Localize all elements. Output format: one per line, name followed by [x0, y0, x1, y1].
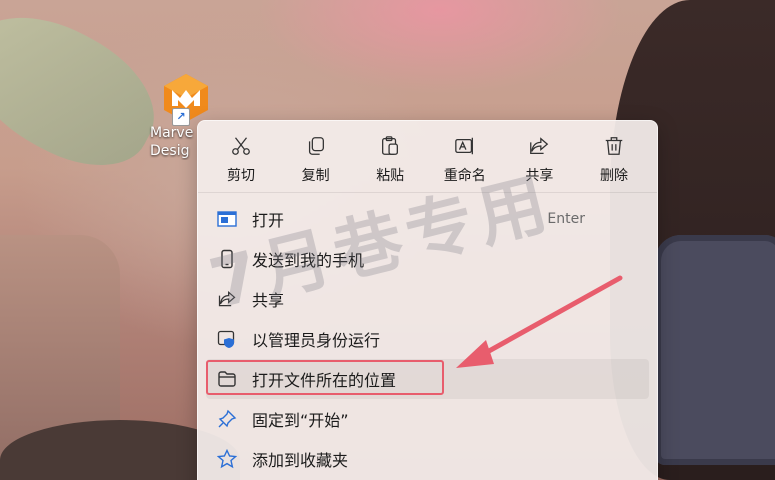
annotation-highlight-box [206, 360, 444, 395]
share-icon [530, 137, 549, 154]
menu-item-share-label: 共享 [252, 291, 285, 310]
menu-item-run-as-admin-label: 以管理员身份运行 [252, 331, 381, 350]
rename-button[interactable]: 重命名 [428, 121, 502, 192]
pin-icon [216, 408, 238, 430]
menu-item-add-to-favorites-label: 添加到收藏夹 [252, 451, 349, 470]
desktop: ↗ Marve Desig 剪切 复制 粘贴 重命名 共享 删除 打开 Ente… [0, 0, 775, 480]
delete-label: 删除 [599, 168, 628, 184]
context-menu-toolbar: 剪切 复制 粘贴 重命名 共享 删除 [198, 121, 657, 193]
delete-icon [605, 137, 623, 155]
cut-label: 剪切 [227, 168, 255, 184]
cut-button[interactable]: 剪切 [204, 121, 278, 192]
copy-label: 复制 [301, 168, 330, 184]
menu-item-open[interactable]: 打开 Enter [206, 199, 649, 239]
share-label: 共享 [525, 168, 554, 184]
paste-button[interactable]: 粘贴 [353, 121, 427, 192]
wallpaper-backpack [655, 235, 775, 465]
star-icon [216, 448, 238, 470]
copy-icon [308, 137, 324, 155]
delete-button[interactable]: 删除 [577, 121, 651, 192]
copy-button[interactable]: 复制 [279, 121, 353, 192]
open-app-icon [216, 208, 238, 230]
menu-item-send-to-phone-label: 发送到我的手机 [252, 251, 365, 270]
paste-icon [382, 136, 399, 155]
menu-item-add-to-favorites[interactable]: 添加到收藏夹 [206, 439, 649, 479]
rename-label: 重命名 [443, 168, 486, 184]
menu-item-open-label: 打开 [252, 211, 285, 230]
phone-icon [216, 248, 238, 270]
share-icon [216, 288, 238, 310]
shortcut-arrow-icon: ↗ [172, 108, 190, 126]
share-button[interactable]: 共享 [502, 121, 576, 192]
paste-label: 粘贴 [376, 168, 405, 184]
annotation-arrow-icon [456, 275, 623, 368]
menu-item-pin-to-start[interactable]: 固定到“开始” [206, 399, 649, 439]
cut-icon [232, 137, 250, 155]
menu-item-pin-to-start-label: 固定到“开始” [252, 411, 349, 430]
marvelous-designer-logo-icon: ↗ [160, 72, 212, 126]
menu-item-open-shortcut: Enter [547, 211, 585, 227]
rename-icon [454, 137, 473, 155]
shield-icon [216, 328, 238, 350]
